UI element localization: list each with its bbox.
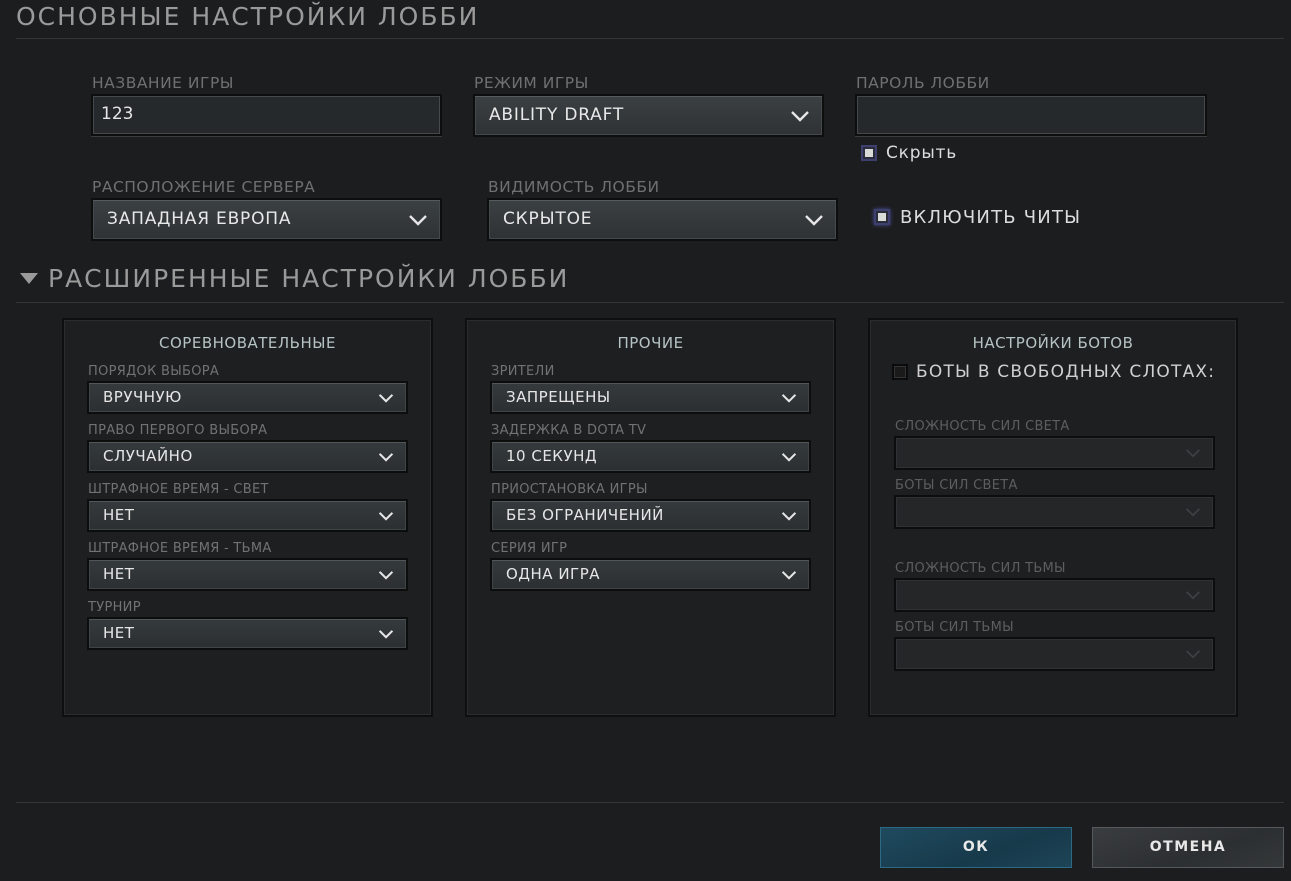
series-dropdown[interactable]: ОДНА ИГРА — [490, 558, 811, 591]
chevron-down-icon — [791, 110, 809, 122]
lobby-password-input[interactable] — [855, 94, 1207, 136]
chevron-down-icon — [1186, 449, 1200, 458]
bots-panel-title: НАСТРОЙКИ БОТОВ — [972, 334, 1134, 352]
chevron-down-icon — [781, 511, 797, 521]
game-mode-label: РЕЖИМ ИГРЫ — [474, 74, 589, 92]
series-value: ОДНА ИГРА — [506, 565, 601, 583]
tournament-value: НЕТ — [103, 624, 135, 642]
chevron-down-icon — [378, 452, 394, 462]
chevron-down-icon — [1186, 508, 1200, 517]
chevron-down-icon — [805, 214, 823, 226]
radiant-bots-dropdown[interactable] — [894, 495, 1215, 529]
enable-cheats-checkbox[interactable] — [874, 209, 890, 225]
pause-label: ПРИОСТАНОВКА ИГРЫ — [491, 482, 648, 497]
chevron-down-icon — [378, 393, 394, 403]
lobby-visibility-dropdown[interactable]: СКРЫТОЕ — [487, 198, 838, 241]
game-mode-dropdown[interactable]: ABILITY DRAFT — [473, 94, 824, 137]
divider — [16, 802, 1284, 803]
ok-button[interactable]: ОК — [880, 827, 1072, 868]
bots-fill-slots-checkbox[interactable] — [892, 364, 908, 380]
game-name-input[interactable]: 123 — [91, 94, 442, 136]
game-name-value: 123 — [101, 104, 134, 124]
divider — [16, 302, 1284, 303]
chevron-down-icon — [781, 393, 797, 403]
chevron-down-icon — [409, 214, 427, 226]
chevron-down-icon — [1186, 591, 1200, 600]
pause-value: БЕЗ ОГРАНИЧЕНИЙ — [506, 506, 664, 524]
lobby-visibility-value: СКРЫТОЕ — [503, 209, 593, 229]
first-pick-label: ПРАВО ПЕРВОГО ВЫБОРА — [88, 423, 268, 438]
bots-fill-slots-label: БОТЫ В СВОБОДНЫХ СЛОТАХ: — [916, 362, 1216, 382]
penalty-radiant-label: ШТРАФНОЕ ВРЕМЯ - СВЕТ — [88, 482, 269, 497]
chevron-down-icon — [378, 511, 394, 521]
lobby-visibility-label: ВИДИМОСТЬ ЛОББИ — [488, 178, 660, 196]
penalty-radiant-dropdown[interactable]: НЕТ — [87, 499, 408, 532]
chevron-down-icon — [1186, 650, 1200, 659]
dire-difficulty-label: СЛОЖНОСТЬ СИЛ ТЬМЫ — [895, 561, 1066, 576]
tournament-label: ТУРНИР — [88, 600, 141, 615]
first-pick-dropdown[interactable]: СЛУЧАЙНО — [87, 440, 408, 473]
dotatv-delay-label: ЗАДЕРЖКА В DOTA TV — [491, 423, 647, 438]
chevron-down-icon — [378, 570, 394, 580]
dire-difficulty-dropdown[interactable] — [894, 578, 1215, 612]
penalty-dire-dropdown[interactable]: НЕТ — [87, 558, 408, 591]
other-panel: ПРОЧИЕ ЗРИТЕЛИ ЗАПРЕЩЕНЫ ЗАДЕРЖКА В DOTA… — [465, 318, 836, 717]
dotatv-delay-value: 10 СЕКУНД — [506, 447, 598, 465]
pick-order-label: ПОРЯДОК ВЫБОРА — [88, 364, 220, 379]
spectators-label: ЗРИТЕЛИ — [491, 364, 555, 379]
spectators-dropdown[interactable]: ЗАПРЕЩЕНЫ — [490, 381, 811, 414]
cancel-button[interactable]: ОТМЕНА — [1092, 827, 1284, 868]
competitive-panel-title: СОРЕВНОВАТЕЛЬНЫЕ — [159, 334, 336, 352]
chevron-down-icon — [781, 570, 797, 580]
chevron-down-icon — [378, 629, 394, 639]
game-mode-value: ABILITY DRAFT — [489, 105, 625, 125]
pause-dropdown[interactable]: БЕЗ ОГРАНИЧЕНИЙ — [490, 499, 811, 532]
radiant-difficulty-label: СЛОЖНОСТЬ СИЛ СВЕТА — [895, 419, 1070, 434]
hide-password-checkbox[interactable] — [861, 145, 877, 161]
radiant-bots-label: БОТЫ СИЛ СВЕТА — [895, 478, 1018, 493]
pick-order-dropdown[interactable]: ВРУЧНУЮ — [87, 381, 408, 414]
advanced-settings-title[interactable]: РАСШИРЕННЫЕ НАСТРОЙКИ ЛОББИ — [48, 264, 569, 293]
competitive-panel: СОРЕВНОВАТЕЛЬНЫЕ ПОРЯДОК ВЫБОРА ВРУЧНУЮ … — [62, 318, 433, 717]
series-label: СЕРИЯ ИГР — [491, 541, 568, 556]
server-location-dropdown[interactable]: ЗАПАДНАЯ ЕВРОПА — [91, 198, 442, 241]
lobby-password-label: ПАРОЛЬ ЛОББИ — [856, 74, 990, 92]
pick-order-value: ВРУЧНУЮ — [103, 388, 182, 406]
game-name-label: НАЗВАНИЕ ИГРЫ — [92, 74, 234, 92]
spectators-value: ЗАПРЕЩЕНЫ — [506, 388, 611, 406]
dire-bots-dropdown[interactable] — [894, 637, 1215, 671]
first-pick-value: СЛУЧАЙНО — [103, 447, 193, 465]
dotatv-delay-dropdown[interactable]: 10 СЕКУНД — [490, 440, 811, 473]
penalty-radiant-value: НЕТ — [103, 506, 135, 524]
penalty-dire-label: ШТРАФНОЕ ВРЕМЯ - ТЬМА — [88, 541, 272, 556]
divider — [16, 38, 1284, 39]
other-panel-title: ПРОЧИЕ — [617, 334, 684, 352]
radiant-difficulty-dropdown[interactable] — [894, 436, 1215, 470]
chevron-down-icon — [781, 452, 797, 462]
basic-settings-title: ОСНОВНЫЕ НАСТРОЙКИ ЛОББИ — [16, 2, 480, 31]
server-location-label: РАСПОЛОЖЕНИЕ СЕРВЕРА — [92, 178, 316, 196]
bots-panel: НАСТРОЙКИ БОТОВ БОТЫ В СВОБОДНЫХ СЛОТАХ:… — [868, 318, 1238, 717]
hide-password-label: Скрыть — [886, 143, 958, 163]
tournament-dropdown[interactable]: НЕТ — [87, 617, 408, 650]
triangle-down-icon[interactable] — [20, 273, 38, 285]
penalty-dire-value: НЕТ — [103, 565, 135, 583]
server-location-value: ЗАПАДНАЯ ЕВРОПА — [107, 209, 292, 229]
dire-bots-label: БОТЫ СИЛ ТЬМЫ — [895, 620, 1014, 635]
enable-cheats-label: ВКЛЮЧИТЬ ЧИТЫ — [900, 207, 1082, 228]
